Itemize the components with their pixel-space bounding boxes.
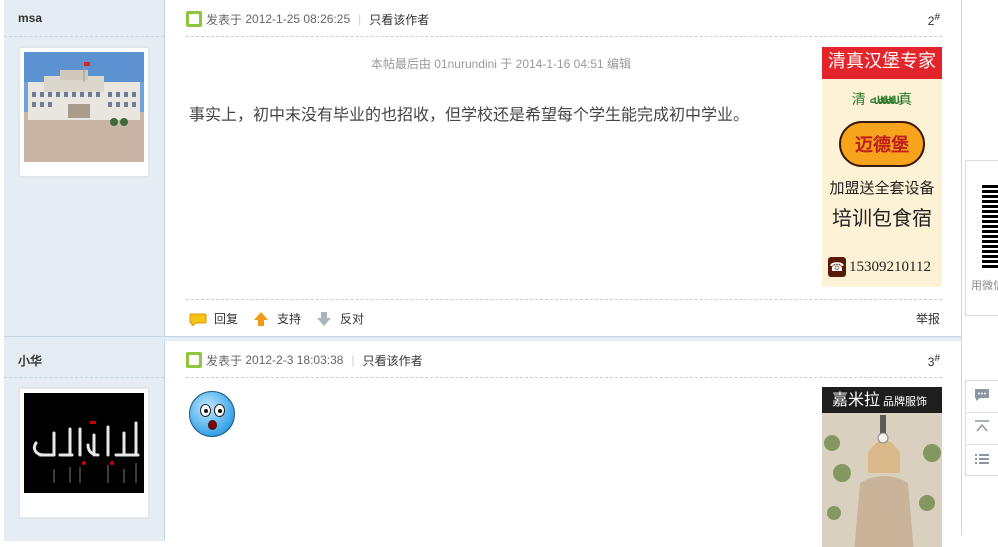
post-actions: 回复 支持 反对: [189, 310, 378, 327]
shocked-emoji-icon: [189, 391, 235, 437]
post-meta: 发表于 2012-1-25 08:26:25 | 只看该作者: [186, 11, 429, 27]
ad-phone-number: 15309210112: [849, 258, 931, 275]
reply-bubble-icon: [189, 312, 207, 326]
list-icon: [974, 452, 990, 470]
post: 小华 发表于 2012-2-3 18:03:38 | 只看该作者 3# 嘉米拉 …: [4, 341, 961, 547]
thread-page: msa 发表于 2012-1-25 08:26:25 | 只看该作者 2# 本帖…: [0, 0, 962, 547]
emoji-eye: [214, 404, 225, 417]
floor-mark: #: [934, 12, 940, 23]
online-status-icon: [186, 11, 202, 27]
ad-title-bar: 嘉米拉 品牌服饰: [822, 387, 942, 413]
avatar[interactable]: [19, 47, 149, 177]
emoji-mouth: [208, 420, 217, 430]
ad-line1: 加盟送全套设备: [829, 180, 935, 197]
author-name[interactable]: msa: [18, 11, 42, 25]
posted-prefix: 发表于: [206, 12, 243, 27]
comment-button[interactable]: [966, 381, 998, 413]
ad-photo: [822, 413, 942, 547]
reply-button[interactable]: 回复: [189, 310, 238, 327]
ad-line2: 培训包食宿: [832, 208, 932, 230]
ad-banner[interactable]: 清真汉堡专家 清 ﷲﷲﷲ 真 迈德堡 加盟送全套设备 培训包食宿 ☎ 15309…: [822, 47, 942, 287]
author-panel: msa: [4, 0, 165, 336]
author-panel: 小华: [4, 341, 165, 541]
author-name[interactable]: 小华: [18, 352, 42, 369]
thumb-up-arrow-icon: [252, 311, 270, 326]
phone-icon: ☎: [828, 257, 846, 277]
post-meta: 发表于 2012-2-3 18:03:38 | 只看该作者: [186, 352, 423, 368]
edit-note: 本帖最后由 01nurundini 于 2014-1-16 04:51 编辑: [370, 57, 632, 71]
wechat-qr-panel[interactable]: 用微信: [965, 160, 998, 316]
divider: [186, 36, 942, 37]
thumb-down-arrow-icon: [315, 311, 333, 326]
oppose-button[interactable]: 反对: [315, 310, 364, 327]
ad-subtitle: 品牌服饰: [883, 395, 928, 408]
ad-title: 嘉米拉: [832, 390, 881, 409]
report-link[interactable]: 举报: [916, 310, 940, 327]
divider: [186, 377, 942, 378]
list-button[interactable]: [966, 445, 998, 477]
avatar-image: [24, 393, 144, 493]
floor-number[interactable]: 2#: [928, 12, 940, 28]
post-content: 发表于 2012-2-3 18:03:38 | 只看该作者 3# 嘉米拉 品牌服饰: [186, 341, 942, 547]
back-to-top-icon: [974, 419, 990, 438]
ad-banner[interactable]: 嘉米拉 品牌服饰: [822, 387, 942, 547]
ad-phone: ☎ 15309210112: [828, 257, 931, 277]
divider: [4, 377, 164, 378]
avatar[interactable]: [19, 388, 149, 518]
posted-prefix: 发表于: [206, 353, 243, 368]
emoji-eye: [200, 404, 211, 417]
ad-logo: 迈德堡: [839, 121, 925, 167]
floor-mark: #: [934, 353, 940, 364]
divider: [186, 299, 942, 300]
post: msa 发表于 2012-1-25 08:26:25 | 只看该作者 2# 本帖…: [4, 0, 961, 336]
divider: [4, 36, 164, 37]
avatar-image: [24, 52, 144, 162]
support-label: 支持: [277, 312, 302, 326]
posted-time: 2012-1-25 08:26:25: [245, 12, 351, 26]
back-to-top-button[interactable]: [966, 413, 998, 445]
comment-icon: [974, 388, 990, 406]
online-status-icon: [186, 352, 202, 368]
qr-code-icon: [982, 183, 998, 268]
ad-subtitle: 清 ﷲﷲﷲ 真: [851, 91, 913, 107]
posted-time: 2012-2-3 18:03:38: [245, 353, 344, 367]
floor-number[interactable]: 3#: [928, 353, 940, 369]
floating-toolbar: [965, 380, 998, 476]
support-button[interactable]: 支持: [252, 310, 301, 327]
reply-label: 回复: [214, 312, 239, 326]
ad-title: 清真汉堡专家: [822, 47, 942, 79]
oppose-label: 反对: [340, 312, 365, 326]
author-only-link[interactable]: 只看该作者: [369, 11, 429, 28]
post-body: 事实上，初中末没有毕业的也招收，但学校还是希望每个学生能完成初中学业。: [189, 107, 750, 124]
qr-label: 用微信: [971, 280, 998, 292]
divider: |: [358, 12, 362, 26]
author-only-link[interactable]: 只看该作者: [363, 352, 423, 369]
post-content: 发表于 2012-1-25 08:26:25 | 只看该作者 2# 本帖最后由 …: [186, 0, 942, 336]
divider: |: [351, 353, 355, 367]
